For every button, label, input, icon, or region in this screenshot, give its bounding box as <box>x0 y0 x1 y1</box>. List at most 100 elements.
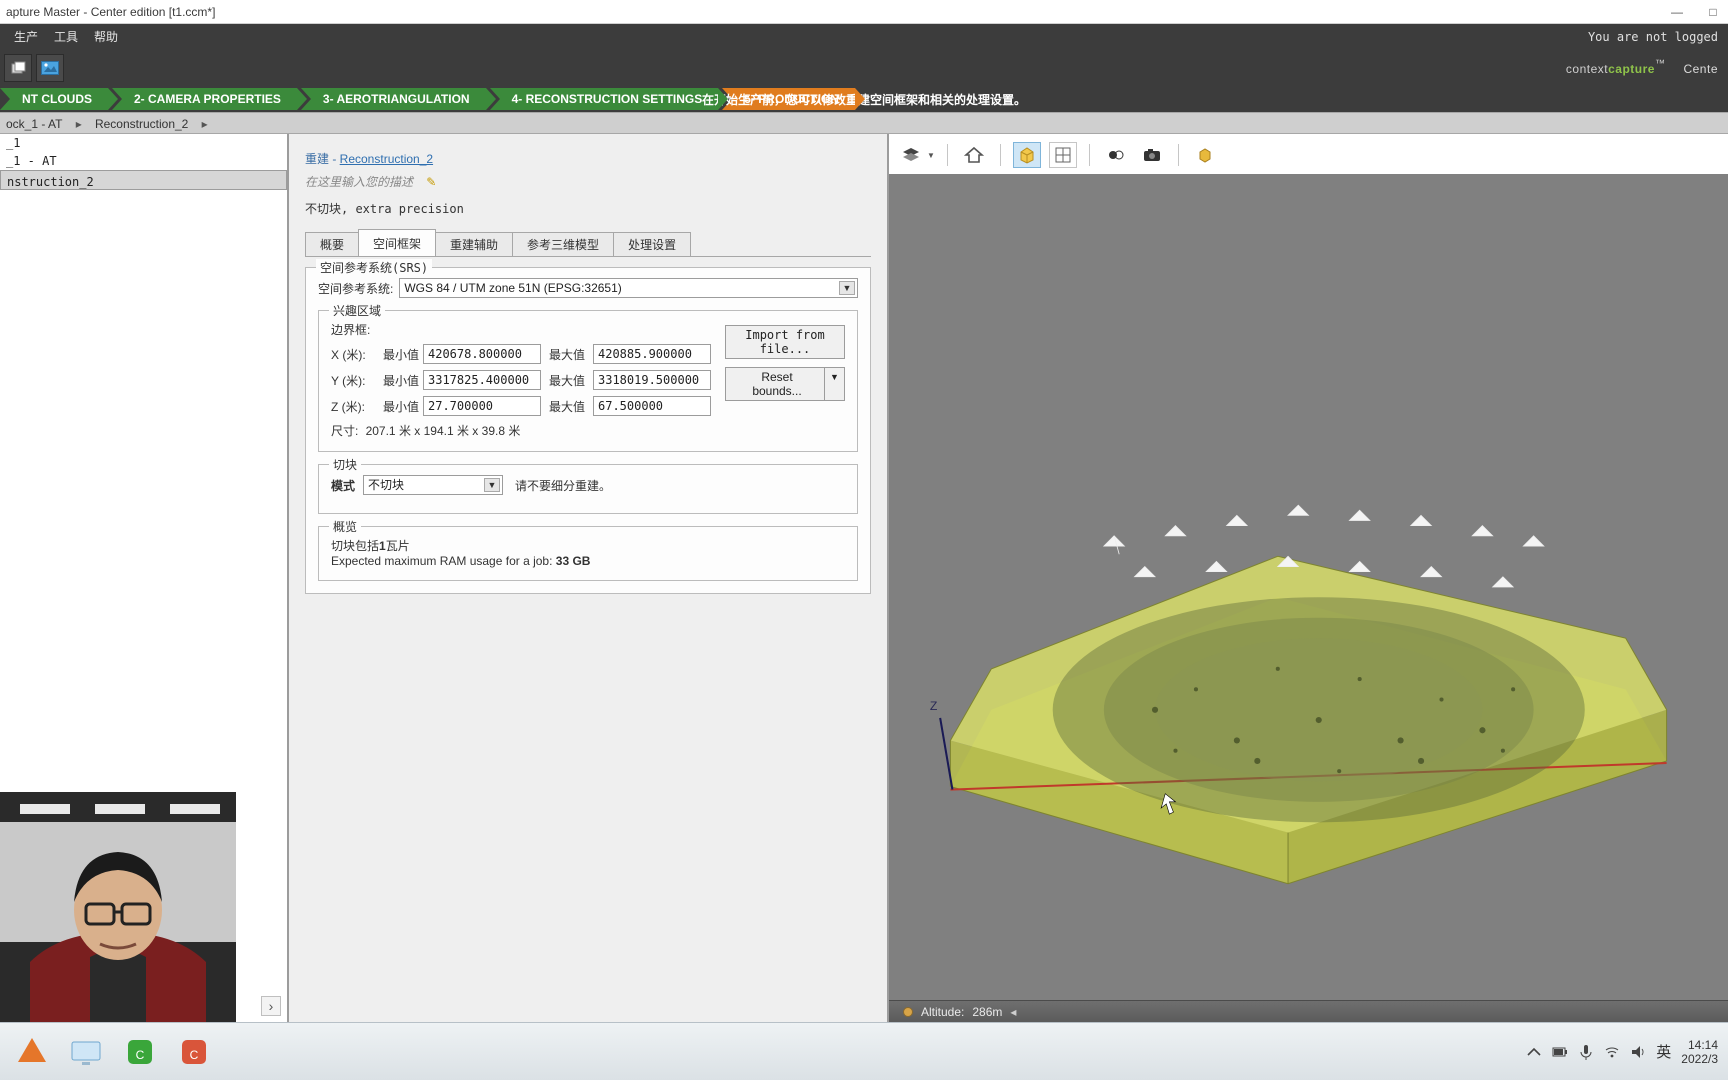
grid-icon[interactable] <box>1049 142 1077 168</box>
chevron-down-icon: ▼ <box>927 151 935 160</box>
svg-text:C: C <box>190 1048 199 1062</box>
x-max-label: 最大值 <box>549 346 593 363</box>
axis-z-label: Z <box>930 699 938 713</box>
panel-srs: 空间参考系统(SRS) 空间参考系统: WGS 84 / UTM zone 51… <box>305 267 871 594</box>
breadcrumb: ock_1 - AT ▸ Reconstruction_2 ▸ <box>0 112 1728 134</box>
layers-icon[interactable] <box>897 142 925 168</box>
wizard-step-3[interactable]: 3- AEROTRIANGULATION <box>301 88 486 110</box>
altitude-value: 286m <box>972 1005 1002 1019</box>
tray-battery-icon[interactable] <box>1552 1044 1568 1060</box>
taskbar-app-3[interactable]: C <box>116 1030 164 1074</box>
3d-viewport[interactable]: Z <box>889 174 1728 1000</box>
tab-spatial[interactable]: 空间框架 <box>358 229 436 256</box>
x-max-input[interactable] <box>593 344 711 364</box>
tray-ime[interactable]: 英 <box>1656 1041 1671 1062</box>
window-title: apture Master - Center edition [t1.ccm*] <box>6 5 215 19</box>
chevron-down-icon: ▼ <box>484 478 500 492</box>
tray-volume-icon[interactable] <box>1630 1044 1646 1060</box>
y-axis-label: Y (米): <box>331 372 383 389</box>
viewer-statusbar: Altitude: 286m ◂ <box>889 1000 1728 1022</box>
webcam-overlay <box>0 792 236 1022</box>
z-min-label: 最小值 <box>383 398 423 415</box>
x-min-input[interactable] <box>423 344 541 364</box>
import-bounds-button[interactable]: Import from file... <box>725 325 845 359</box>
reset-bounds-button[interactable]: Reset bounds...▼ <box>725 367 845 401</box>
wizard-step-2[interactable]: 2- CAMERA PROPERTIES <box>112 88 297 110</box>
srs-legend: 空间参考系统(SRS) <box>316 259 432 276</box>
tab-processing[interactable]: 处理设置 <box>613 232 691 256</box>
taskbar-app-4[interactable]: C <box>170 1030 218 1074</box>
wizard-step-4[interactable]: 4- RECONSTRUCTION SETTINGS <box>490 88 719 110</box>
tray-mic-icon[interactable] <box>1578 1044 1594 1060</box>
group-preview: 概览 切块包括1瓦片 Expected maximum RAM usage fo… <box>318 526 858 581</box>
home-icon[interactable] <box>960 142 988 168</box>
breadcrumb-item-1[interactable]: ock_1 - AT <box>6 117 62 131</box>
z-max-input[interactable] <box>593 396 711 416</box>
x-axis-label: X (米): <box>331 346 383 363</box>
login-status: You are not logged <box>1588 30 1718 44</box>
menu-item-1[interactable]: 工具 <box>46 24 86 50</box>
page-title: 重建 - Reconstruction_2 <box>305 148 871 167</box>
wizard-step-1[interactable]: NT CLOUDS <box>0 88 108 110</box>
tray-time: 14:14 <box>1681 1038 1718 1052</box>
altitude-label: Altitude: <box>921 1005 964 1019</box>
tray-chevron-up-icon[interactable] <box>1526 1044 1542 1060</box>
size-label: 尺寸: <box>331 424 358 438</box>
group-tiling: 切块 模式 不切块 ▼ 请不要细分重建。 <box>318 464 858 514</box>
preview-tiles-c: 瓦片 <box>386 539 410 553</box>
z-min-input[interactable] <box>423 396 541 416</box>
tiling-mode-select[interactable]: 不切块 ▼ <box>363 475 503 495</box>
menu-item-0[interactable]: 生产 <box>6 24 46 50</box>
gold-box-icon[interactable] <box>1191 142 1219 168</box>
svg-text:C: C <box>136 1048 145 1062</box>
toolbar-button-1[interactable] <box>4 54 32 82</box>
preview-ram-label: Expected maximum RAM usage for a job: <box>331 554 552 568</box>
description-placeholder[interactable]: 在这里输入您的描述 <box>305 175 413 189</box>
group-roi: 兴趣区域 边界框: X (米): 最小值 最大值 <box>318 310 858 452</box>
tree-node-0[interactable]: _1 <box>0 134 287 152</box>
y-min-input[interactable] <box>423 370 541 390</box>
y-max-label: 最大值 <box>549 372 593 389</box>
chevron-down-icon: ▼ <box>839 281 855 295</box>
breadcrumb-item-2[interactable]: Reconstruction_2 <box>95 117 188 131</box>
brand-logo: contextcapture™Cente <box>1566 58 1718 78</box>
preview-tiles-count: 1 <box>379 539 386 553</box>
chevron-down-icon: ▼ <box>824 368 844 400</box>
exposure-icon[interactable] <box>1102 142 1130 168</box>
tab-reference[interactable]: 参考三维模型 <box>512 232 614 256</box>
camera-icon[interactable] <box>1138 142 1166 168</box>
bbox-icon[interactable] <box>1013 142 1041 168</box>
tree-node-1[interactable]: _1 - AT <box>0 152 287 170</box>
reconstruction-link[interactable]: Reconstruction_2 <box>340 152 433 166</box>
z-max-label: 最大值 <box>549 398 593 415</box>
x-min-label: 最小值 <box>383 346 423 363</box>
z-axis-label: Z (米): <box>331 398 383 415</box>
cursor-icon: ◂ <box>1010 1005 1016 1019</box>
status-dot-icon <box>903 1007 913 1017</box>
y-max-input[interactable] <box>593 370 711 390</box>
tray-wifi-icon[interactable] <box>1604 1044 1620 1060</box>
tab-overview[interactable]: 概要 <box>305 232 359 256</box>
os-taskbar: C C 英 14:14 2022/3 <box>0 1022 1728 1080</box>
taskbar-app-2[interactable] <box>62 1030 110 1074</box>
srs-label: 空间参考系统: <box>318 280 393 297</box>
preview-legend: 概览 <box>329 518 361 535</box>
window-maximize-button[interactable]: □ <box>1706 0 1720 24</box>
window-minimize-button[interactable]: — <box>1670 0 1684 24</box>
tree-node-2[interactable]: nstruction_2 <box>0 170 287 190</box>
preview-tiles-a: 切块包括 <box>331 539 379 553</box>
preview-ram-value: 33 GB <box>556 554 591 568</box>
y-min-label: 最小值 <box>383 372 423 389</box>
tree-expand-button[interactable]: › <box>261 996 281 1016</box>
tab-assist[interactable]: 重建辅助 <box>435 232 513 256</box>
bbox-label: 边界框: <box>331 321 370 338</box>
tiling-hint: 请不要细分重建。 <box>515 477 611 494</box>
precision-label: 不切块, extra precision <box>305 200 871 217</box>
menu-item-2[interactable]: 帮助 <box>86 24 126 50</box>
toolbar-button-image[interactable] <box>36 54 64 82</box>
tiling-mode-label: 模式 <box>331 477 355 494</box>
edit-description-icon[interactable]: ✎ <box>426 175 436 189</box>
srs-select[interactable]: WGS 84 / UTM zone 51N (EPSG:32651) ▼ <box>399 278 858 298</box>
project-tree[interactable]: _1 _1 - AT nstruction_2 › <box>0 134 289 1022</box>
taskbar-app-1[interactable] <box>8 1030 56 1074</box>
